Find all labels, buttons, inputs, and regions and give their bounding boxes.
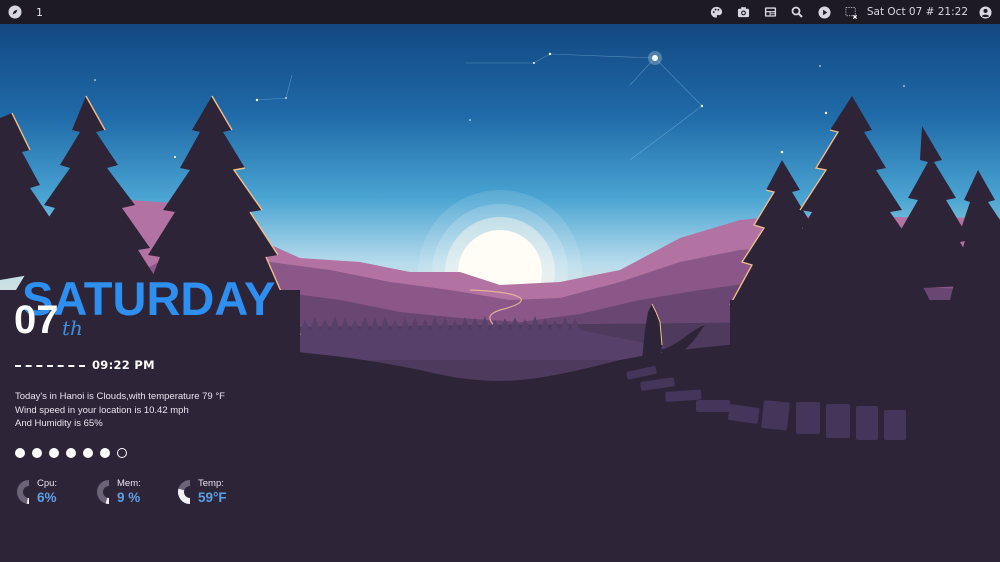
cpu-value: 6% [37,490,57,505]
workspace-indicator[interactable]: 1 [36,6,43,19]
day-dot [100,448,110,458]
clock[interactable]: Sat Oct 07 # 21:22 [865,6,976,18]
weather-line: And Humidity is 65% [15,418,103,429]
play-icon[interactable] [811,0,838,24]
day-dot [15,448,25,458]
layout-icon[interactable] [757,0,784,24]
cpu-stat: Cpu: 6% [15,478,57,506]
mem-stat: Mem: 9 % [95,478,141,506]
temp-label: Temp: [198,478,224,489]
palette-icon[interactable] [703,0,730,24]
gauge-fill [178,488,191,504]
top-panel: 1 Sat Oct 07 # 21:22 [0,0,1000,24]
user-icon[interactable] [976,0,994,24]
time-divider [15,365,85,367]
weather-line: Wind speed in your location is 10.42 mph [15,404,189,416]
day-dot [49,448,59,458]
temp-value: 59°F [198,490,227,505]
day-dot [83,448,93,458]
gauge-track [17,480,30,504]
day-dot [32,448,42,458]
cpu-gauge [17,480,30,504]
camera-icon[interactable] [730,0,757,24]
launcher-icon[interactable] [8,5,22,19]
day-dot [117,448,127,458]
mem-label: Mem: [117,478,141,489]
cpu-label: Cpu: [37,478,58,489]
day-dots [15,448,127,458]
day-name: SATURDAY [22,272,276,325]
mem-value: 9 % [117,490,141,505]
date-number: 07 [14,298,59,342]
search-icon[interactable] [784,0,811,24]
temp-gauge [178,480,191,504]
day-dot [66,448,76,458]
temp-stat: Temp: 59°F [176,478,227,506]
weather-line: Today's in Hanoi is Clouds,with temperat… [15,391,225,402]
weather-info: Today's in Hanoi is Clouds,with temperat… [15,390,225,431]
screen-icon[interactable] [838,0,865,24]
time-display: 09:22 PM [92,358,155,372]
date-ordinal: th [62,316,83,340]
mem-gauge [97,480,110,504]
